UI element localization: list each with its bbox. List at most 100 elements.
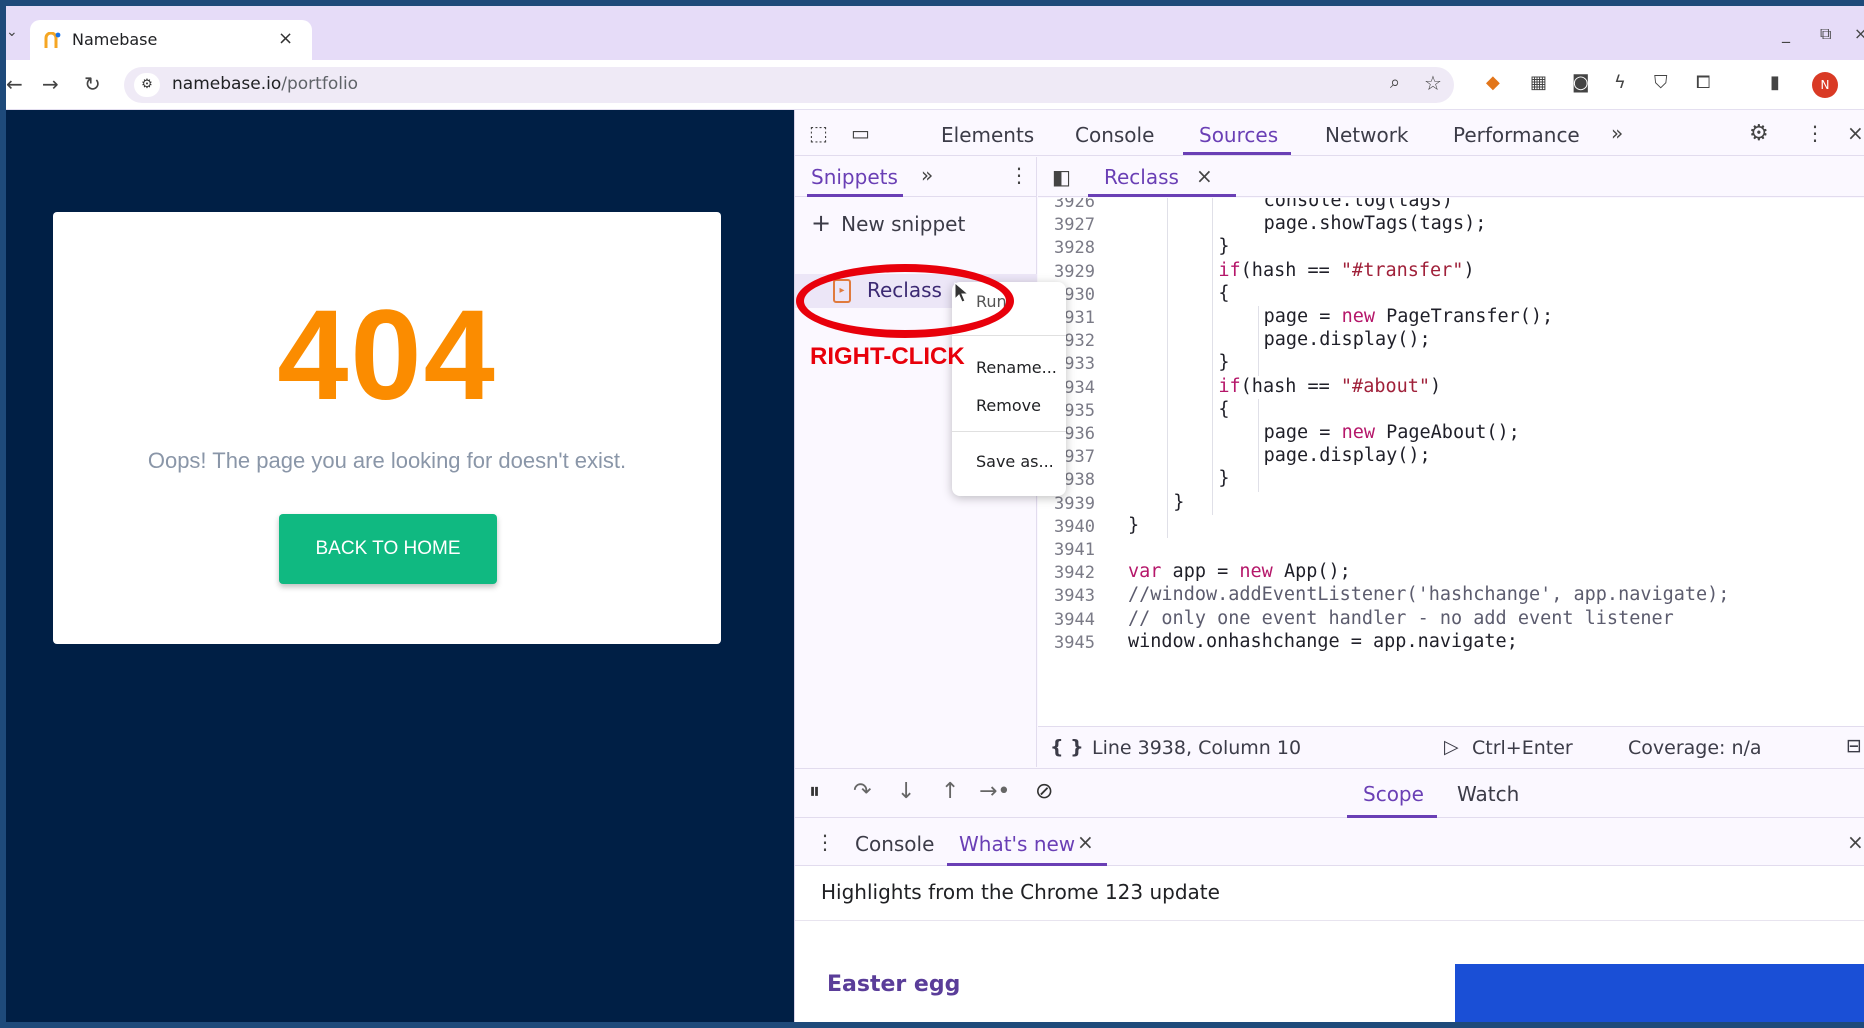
url-text[interactable]: namebase.io/portfolio [172,74,358,94]
scope-tab-indicator [1347,815,1437,818]
code-line: { [1218,282,1230,304]
qr-extension-icon[interactable]: ▦ [1530,72,1547,93]
line-number[interactable]: 3926 [1054,198,1095,212]
extensions-puzzle-icon[interactable]: ⧠ [1696,72,1710,93]
close-whats-new-icon[interactable]: × [1077,830,1094,854]
indent-guide [1167,198,1169,538]
line-number[interactable]: 3939 [1054,494,1095,514]
annotation-red-ring [796,264,1014,338]
reload-icon[interactable]: ↻ [84,72,101,96]
navigator-menu-icon[interactable]: ⋮ [1009,163,1029,187]
pause-icon[interactable]: ⏸ [809,779,820,804]
close-drawer-icon[interactable]: × [1847,830,1864,854]
editor-tab-indicator [1088,194,1236,197]
camera-extension-icon[interactable]: ◙ [1572,72,1589,93]
new-snippet-button[interactable]: + New snippet [811,209,965,237]
back-icon[interactable]: ← [6,72,23,96]
tab-strip: ⌄ Namebase × _ ⧉ × [6,6,1864,62]
pretty-print-icon[interactable]: { } [1050,736,1084,758]
close-window-icon[interactable]: × [1854,24,1864,43]
drawer-menu-icon[interactable]: ⋮ [815,830,835,854]
browser-tab[interactable]: Namebase × [30,20,312,62]
indent-guide [1257,306,1259,376]
step-out-icon[interactable]: ↑ [941,779,959,804]
tab-search-icon[interactable]: ⌄ [6,24,18,40]
menu-item-remove[interactable]: Remove [976,396,1041,415]
menu-kebab-icon[interactable]: ⋮ [1856,72,1864,93]
line-number[interactable]: 3945 [1054,633,1095,653]
zoom-icon[interactable]: ⌕ [1390,72,1400,93]
code-line: var app = new App(); [1128,561,1351,583]
line-number[interactable]: 3944 [1054,610,1095,630]
line-number[interactable]: 3943 [1054,586,1095,606]
toggle-navigator-icon[interactable]: ◧ [1052,165,1071,189]
step-into-icon[interactable]: ↓ [897,779,915,804]
line-number[interactable]: 3941 [1054,540,1095,560]
code-line: { [1218,398,1230,420]
tab-scope[interactable]: Scope [1363,782,1424,806]
minimize-icon[interactable]: _ [1782,24,1790,43]
close-devtools-icon[interactable]: × [1847,121,1864,145]
tab-elements[interactable]: Elements [941,123,1034,147]
tab-console[interactable]: Console [1075,123,1154,147]
editor-status-bar: { } Line 3938, Column 10 ▷ Ctrl+Enter Co… [1038,726,1864,768]
forward-icon[interactable]: → [42,72,59,96]
tab-close-icon[interactable]: × [278,28,293,49]
snippets-tab-indicator [807,194,903,197]
browser-toolbar: ← → ↻ ⚙ namebase.io/portfolio ⌕ ☆ ◆ ▦ ◙ … [6,60,1864,110]
close-editor-tab-icon[interactable]: × [1196,164,1213,188]
shield-extension-icon[interactable]: ⛉ [1654,72,1668,93]
code-line: if(hash == "#about") [1218,375,1442,397]
code-editor[interactable]: 3926 console.log(tags) 3927 page.showTags(t… [1038,198,1864,726]
plus-icon: + [811,209,832,237]
site-info-icon[interactable]: ⚙ [134,73,160,97]
step-over-icon[interactable]: ↷ [853,779,871,804]
menu-separator [952,431,1066,432]
code-line: page.display(); [1263,329,1431,351]
metamask-extension-icon[interactable]: ◆ [1486,72,1500,93]
code-line: //window.addEventListener('hashchange', … [1128,584,1730,606]
line-number[interactable]: 3940 [1054,517,1095,537]
line-number[interactable]: 3927 [1054,215,1095,235]
navigator-tab-bar: Snippets » ⋮ [795,157,1037,197]
profile-avatar[interactable]: N [1812,72,1838,98]
device-toolbar-icon[interactable]: ▭ [851,121,870,145]
back-to-home-button[interactable]: BACK TO HOME [279,514,497,584]
indent-guide [1257,398,1259,492]
drawer-tab-console[interactable]: Console [855,832,934,856]
tab-sources[interactable]: Sources [1199,123,1278,147]
tab-performance[interactable]: Performance [1453,123,1580,147]
menu-item-rename[interactable]: Rename... [976,358,1057,377]
devtools-menu-icon[interactable]: ⋮ [1805,121,1825,145]
more-navigator-tabs-icon[interactable]: » [921,163,933,187]
easter-egg-heading: Easter egg [827,972,961,997]
tab-title: Namebase [72,30,158,49]
inspect-element-icon[interactable]: ⬚ [809,121,828,145]
bookmark-star-icon[interactable]: ☆ [1424,71,1442,95]
address-bar[interactable]: ⚙ namebase.io/portfolio ⌕ ☆ [124,67,1454,103]
step-icon[interactable]: →• [979,779,1010,804]
code-line: page = new PageAbout(); [1263,422,1520,443]
drawer-tab-whats-new[interactable]: What's new [959,832,1075,856]
line-number[interactable]: 3929 [1054,262,1095,282]
tab-snippets[interactable]: Snippets [811,165,898,189]
sidebar-toggle-icon[interactable]: ⊟ [1846,735,1862,757]
editor-tab-reclass[interactable]: Reclass [1104,165,1179,189]
tab-watch[interactable]: Watch [1457,782,1519,806]
code-line: console.log(tags) [1263,198,1453,211]
line-number[interactable]: 3942 [1054,563,1095,583]
menu-item-save-as[interactable]: Save as... [976,452,1054,471]
settings-gear-icon[interactable]: ⚙ [1749,121,1769,146]
code-line: // only one event handler - no add event… [1128,607,1674,629]
deactivate-breakpoints-icon[interactable]: ⊘ [1035,779,1053,804]
indent-guide [1212,198,1214,515]
side-panel-icon[interactable]: ▮ [1770,72,1780,93]
more-tabs-icon[interactable]: » [1611,121,1623,145]
promo-banner [1455,964,1864,1022]
menu-separator [952,335,1066,336]
tab-network[interactable]: Network [1325,123,1409,147]
restore-icon[interactable]: ⧉ [1820,24,1831,44]
bolt-extension-icon[interactable]: ϟ [1614,72,1626,93]
line-number[interactable]: 3928 [1054,238,1095,258]
run-snippet-icon[interactable]: ▷ [1444,736,1459,758]
